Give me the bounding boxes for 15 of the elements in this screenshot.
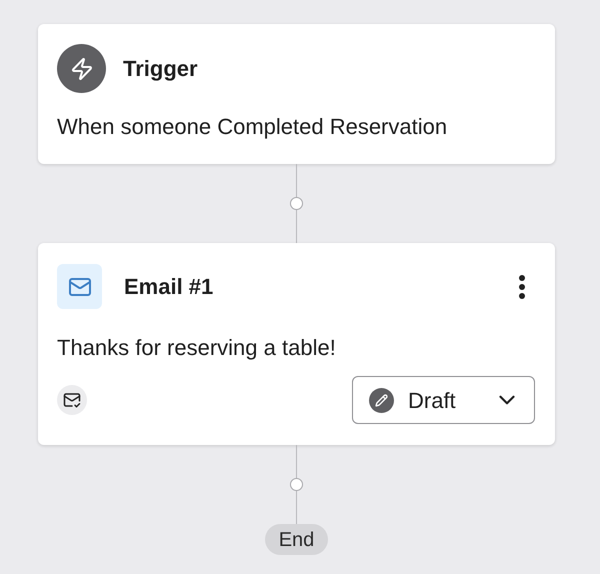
trigger-description: When someone Completed Reservation xyxy=(57,113,448,141)
trigger-card[interactable]: Trigger When someone Completed Reservation xyxy=(38,24,555,164)
status-dropdown[interactable]: Draft xyxy=(352,376,535,424)
end-label: End xyxy=(264,524,328,555)
email-card[interactable]: Email #1 Thanks for reserving a table! Draft xyxy=(38,243,555,445)
email-description: Thanks for reserving a table! xyxy=(57,334,337,362)
email-title: Email #1 xyxy=(124,273,214,301)
trigger-title: Trigger xyxy=(123,55,198,83)
mail-check-icon xyxy=(57,385,87,415)
mail-icon xyxy=(57,264,102,309)
connector-node-icon xyxy=(290,197,303,210)
lightning-icon xyxy=(57,44,106,93)
more-options-icon[interactable] xyxy=(518,274,526,300)
pencil-icon xyxy=(369,388,394,412)
connector-node-icon xyxy=(290,478,303,491)
